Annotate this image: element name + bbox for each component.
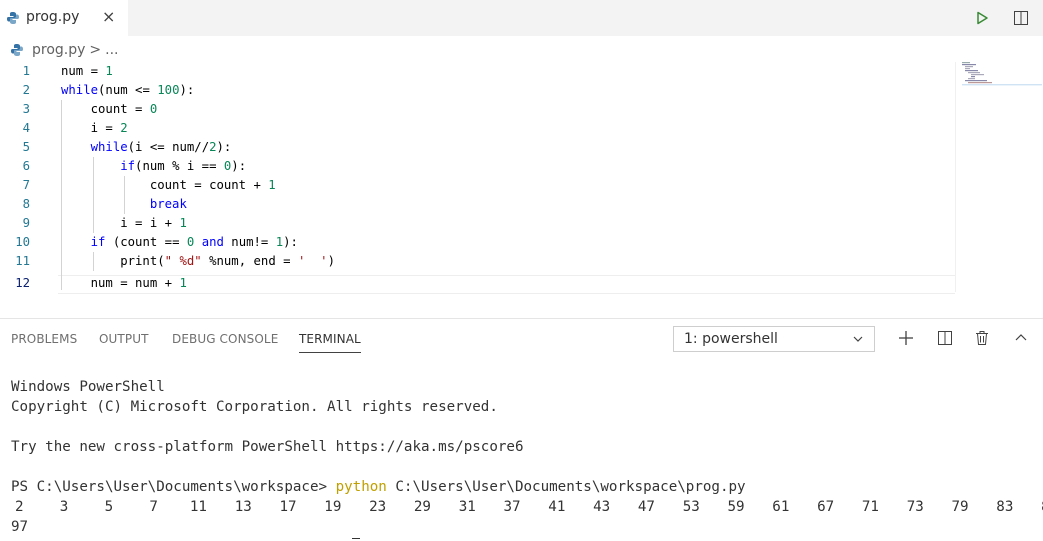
prime-number: 3 bbox=[59, 499, 69, 515]
split-terminal-icon[interactable] bbox=[935, 328, 955, 348]
line-number: 11 bbox=[15, 254, 30, 268]
line-number: 7 bbox=[22, 178, 30, 192]
prime-number: 73 bbox=[906, 499, 924, 515]
code-editor[interactable]: 1 num = 1 2 while(num <= 100): 3 count = 0… bbox=[0, 62, 1043, 298]
tab-filename: prog.py bbox=[26, 9, 80, 25]
line-number: 5 bbox=[22, 140, 30, 154]
terminal-cursor bbox=[352, 538, 360, 539]
prime-number: 37 bbox=[503, 499, 521, 515]
tab-output[interactable]: OUTPUT bbox=[99, 332, 149, 346]
terminal-line: Copyright (C) Microsoft Corporation. All… bbox=[11, 399, 498, 415]
prime-number: 7 bbox=[149, 499, 158, 515]
line-number: 8 bbox=[22, 197, 30, 211]
line-number: 1 bbox=[22, 64, 30, 78]
code-line: 2 while(num <= 100): bbox=[0, 81, 955, 100]
prime-number: 53 bbox=[682, 499, 700, 515]
tab-debug-console[interactable]: DEBUG CONSOLE bbox=[172, 332, 278, 346]
code-line: 11 print(" %d" %num, end = ' ') bbox=[0, 252, 955, 271]
trash-icon[interactable] bbox=[972, 328, 992, 348]
prime-number: 71 bbox=[861, 499, 879, 515]
prime-number: 41 bbox=[548, 499, 566, 515]
python-file-icon bbox=[7, 12, 19, 24]
bottom-panel: PROBLEMS OUTPUT DEBUG CONSOLE TERMINAL 1… bbox=[0, 318, 1043, 541]
tab-terminal[interactable]: TERMINAL bbox=[299, 332, 361, 353]
prime-number: 2 bbox=[15, 499, 24, 515]
breadcrumb: prog.py > ... bbox=[10, 40, 119, 60]
run-icon[interactable] bbox=[972, 8, 992, 28]
new-terminal-icon[interactable] bbox=[896, 328, 916, 348]
code-line: 10 if (count == 0 and num!= 1): bbox=[0, 233, 955, 252]
code-line: 4 i = 2 bbox=[0, 119, 955, 138]
terminal-line: 97 bbox=[11, 519, 29, 535]
terminal-line: Try the new cross-platform PowerShell ht… bbox=[11, 439, 524, 455]
line-number: 2 bbox=[22, 83, 30, 97]
line-number: 12 bbox=[15, 276, 30, 290]
prime-number: 13 bbox=[234, 499, 252, 515]
breadcrumb-more[interactable]: ... bbox=[105, 42, 118, 58]
editor-tab-prog-py[interactable]: prog.py × bbox=[0, 0, 128, 36]
code-line: 8 break bbox=[0, 195, 955, 214]
prime-number: 59 bbox=[727, 499, 745, 515]
code-line: 12 num = num + 1 bbox=[0, 274, 955, 293]
prime-number: 31 bbox=[458, 499, 476, 515]
breadcrumb-separator: > bbox=[89, 42, 102, 58]
prime-number: 19 bbox=[324, 499, 342, 515]
code-line: 1 num = 1 bbox=[0, 62, 955, 81]
close-icon[interactable]: × bbox=[102, 7, 115, 26]
editor-scrollbar[interactable] bbox=[955, 62, 956, 292]
terminal-select-value: 1: powershell bbox=[684, 331, 778, 347]
terminal-line: Windows PowerShell bbox=[11, 379, 165, 395]
python-file-icon bbox=[11, 44, 23, 56]
prime-number: 17 bbox=[279, 499, 297, 515]
chevron-down-icon bbox=[853, 336, 863, 342]
terminal-select[interactable]: 1: powershell bbox=[673, 326, 875, 352]
prime-number: 83 bbox=[996, 499, 1014, 515]
terminal-output[interactable]: Windows PowerShell Copyright (C) Microso… bbox=[11, 377, 1043, 535]
prime-number: 67 bbox=[817, 499, 835, 515]
breadcrumb-file[interactable]: prog.py bbox=[32, 42, 85, 58]
prime-number: 43 bbox=[593, 499, 611, 515]
tab-problems[interactable]: PROBLEMS bbox=[11, 332, 77, 346]
minimap[interactable] bbox=[962, 62, 1042, 86]
line-number: 10 bbox=[15, 235, 30, 249]
prime-number: 23 bbox=[369, 499, 387, 515]
chevron-up-icon[interactable] bbox=[1011, 328, 1031, 348]
tab-bar: prog.py × bbox=[0, 0, 1043, 36]
prime-number: 79 bbox=[951, 499, 969, 515]
terminal-prompt: PS C:\Users\User\Documents\workspace> bbox=[11, 479, 328, 495]
line-number: 4 bbox=[22, 121, 30, 135]
terminal-command: python bbox=[335, 479, 387, 495]
prime-number: 11 bbox=[189, 499, 207, 515]
code-line: 7 count = count + 1 bbox=[0, 176, 955, 195]
prime-number: 5 bbox=[104, 499, 114, 515]
terminal-primes-output: 2 3 5 7 11 13 17 19 23 29 31 37 41 43 47 53 59 61 67 71 73 79… bbox=[11, 497, 1043, 517]
prime-number: 61 bbox=[772, 499, 790, 515]
terminal-command-arg: C:\Users\User\Documents\workspace\prog.p… bbox=[395, 479, 746, 495]
terminal-prompt-line: PS C:\Users\User\Documents\workspace> py… bbox=[11, 477, 746, 497]
code-line: 9 i = i + 1 bbox=[0, 214, 955, 233]
split-editor-icon[interactable] bbox=[1011, 8, 1031, 28]
code-line: 5 while(i <= num//2): bbox=[0, 138, 955, 157]
line-number: 3 bbox=[22, 102, 30, 116]
code-line: 3 count = 0 bbox=[0, 100, 955, 119]
code-line: 6 if(num % i == 0): bbox=[0, 157, 955, 176]
line-number: 6 bbox=[22, 159, 30, 173]
prime-number: 29 bbox=[413, 499, 431, 515]
prime-number: 47 bbox=[637, 499, 655, 515]
line-number: 9 bbox=[22, 216, 30, 230]
